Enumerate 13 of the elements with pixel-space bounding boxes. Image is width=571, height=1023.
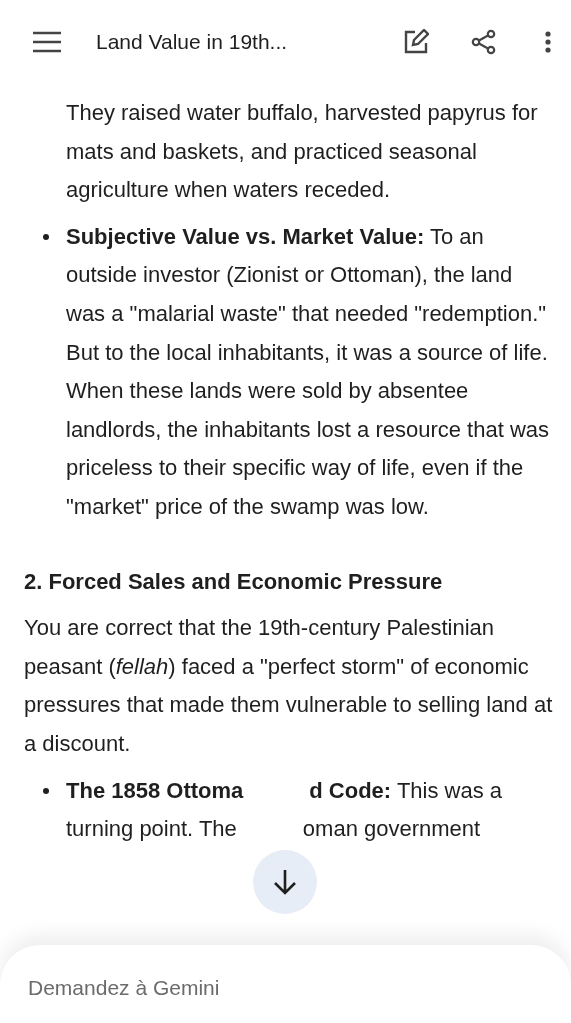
bullet-text: turning point. The (66, 815, 237, 844)
bullet-icon (43, 233, 49, 240)
prompt-field[interactable]: Demandez à Gemini (26, 975, 549, 1001)
chat-title: Land Value in 19th... (96, 30, 289, 54)
bullet-text: d Code: This was a (309, 776, 503, 805)
paragraph-text: You are correct that the 19th-century Palestinian peasant (fellah) faced a "perfect storm" of economic pressures that made them vulnerable to selling land at a discount. (24, 614, 553, 758)
arrow-down-icon (272, 868, 298, 896)
section-heading: 2. Forced Sales and Economic Pressure (24, 567, 444, 596)
bullet-icon (43, 787, 49, 794)
bullet-text: The 1858 Ottoma (66, 776, 244, 805)
bullet-text: They raised water buffalo, harvested papyrus for mats and baskets, and practiced seasonal agriculture when waters receded. (66, 99, 539, 205)
bullet-text: oman government (302, 815, 481, 844)
bullet-text: Subjective Value vs. Market Value: To an outside investor (Zionist or Ottoman), the land was a "malarial waste" that needed "redemption." But to the local inhabitants, it was a source of life. When these lands were sold by absentee landlords, the inhabitants lost a resource that was priceless to their specific way of life, even if the "market" price of the swamp was low. (66, 222, 551, 521)
